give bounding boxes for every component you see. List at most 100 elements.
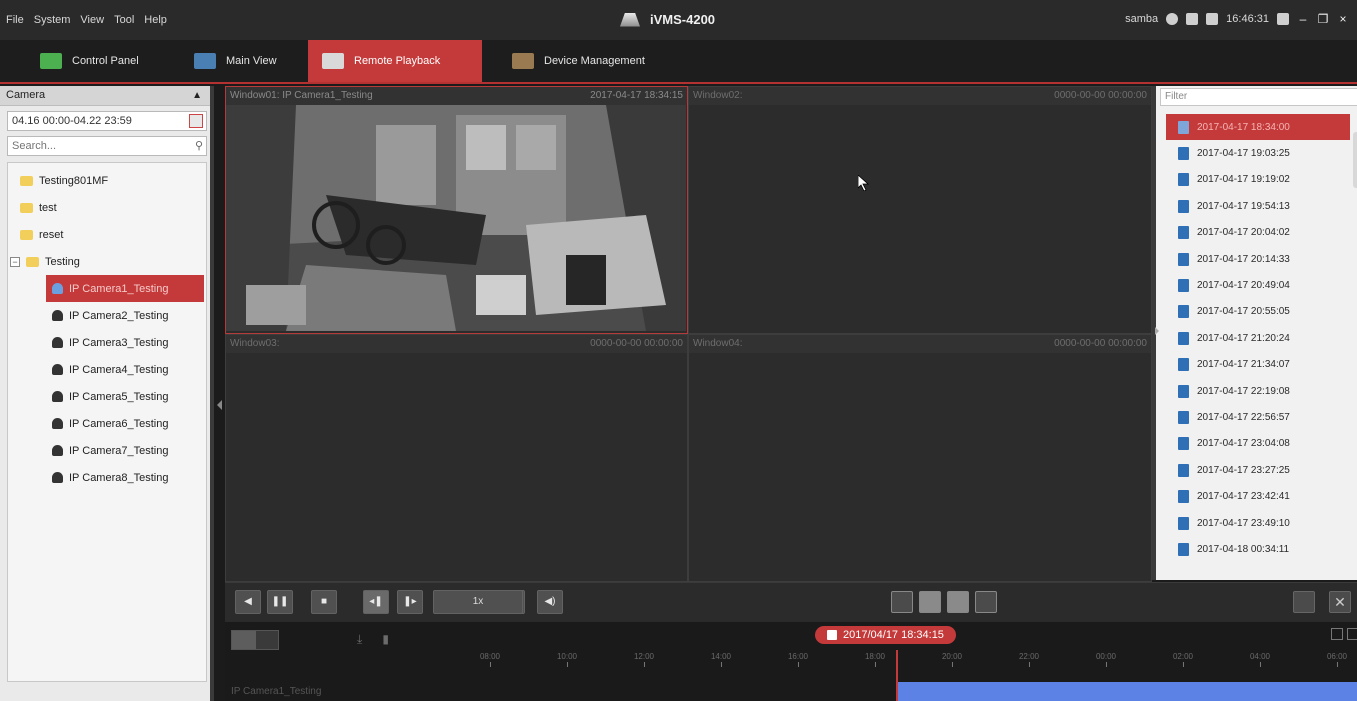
monitor-icon[interactable] [1186, 13, 1199, 25]
download-icon[interactable]: ⤓ [357, 632, 362, 647]
timeline-ruler[interactable]: 08:00 10:00 12:00 14:00 16:00 18:00 20:00 22:00… [225, 652, 1357, 674]
video-file-icon [1178, 147, 1189, 161]
video-window-2[interactable]: Window02: 0000-00-00 00:00:00 [688, 86, 1152, 334]
lock-icon[interactable] [1277, 13, 1289, 25]
playback-timeline: ⤓ ▮ 2017/04/17 18:34:15 08:00 10:00 12:00 1… [225, 622, 1357, 701]
collapse-expander-icon[interactable]: − [10, 256, 20, 267]
menu-file[interactable]: File [6, 14, 24, 26]
clip-icon[interactable] [919, 591, 941, 613]
tab-device-management[interactable]: Device Management [498, 40, 659, 82]
collapse-caret-icon[interactable]: ▲ [192, 90, 202, 101]
record-file-item[interactable]: 2017-04-18 00:34:11 [1164, 536, 1350, 562]
tree-camera[interactable]: IP Camera7_Testing [8, 437, 206, 464]
record-file-item[interactable]: 2017-04-17 20:04:02 [1164, 220, 1350, 246]
bookmark-icon[interactable]: ▮ [382, 632, 389, 647]
timeline-tick: 12:00 [634, 652, 654, 667]
menu-view[interactable]: View [80, 14, 104, 26]
record-file-item[interactable]: 2017-04-17 22:56:57 [1164, 404, 1350, 430]
calendar-icon[interactable] [827, 630, 837, 640]
zoom-out-icon[interactable] [1331, 628, 1343, 640]
menu-system[interactable]: System [34, 14, 71, 26]
camera-video-frame[interactable] [226, 105, 686, 331]
tree-camera[interactable]: IP Camera1_Testing [46, 275, 204, 302]
camera-panel-header[interactable]: Camera ▲ [0, 86, 210, 106]
reverse-play-button[interactable]: ◀ [235, 590, 261, 614]
tree-camera[interactable]: IP Camera5_Testing [8, 383, 206, 410]
tree-camera[interactable]: IP Camera4_Testing [8, 356, 206, 383]
record-file-item[interactable]: 2017-04-17 21:20:24 [1164, 325, 1350, 351]
record-file-item[interactable]: 2017-04-17 21:34:07 [1164, 352, 1350, 378]
tree-camera[interactable]: IP Camera2_Testing [8, 302, 206, 329]
record-file-item[interactable]: 2017-04-17 19:54:13 [1164, 193, 1350, 219]
timeline-mode-toggle[interactable] [231, 630, 279, 650]
camera-search-input[interactable] [12, 140, 182, 152]
file-filter-input[interactable]: Filter [1160, 88, 1357, 106]
tree-camera[interactable]: IP Camera3_Testing [8, 329, 206, 356]
zoom-in-icon[interactable] [1347, 628, 1357, 640]
stop-button[interactable]: ■ [311, 590, 337, 614]
camera-search-field[interactable]: ⚲ [7, 136, 207, 156]
record-file-item[interactable]: 2017-04-17 19:19:02 [1164, 167, 1350, 193]
mouse-pointer-icon [858, 175, 870, 191]
single-frame-forward-button[interactable]: ❚▸ [397, 590, 423, 614]
tree-folder[interactable]: Testing801MF [8, 167, 206, 194]
record-file-time: 2017-04-17 19:19:02 [1197, 174, 1290, 186]
pause-button[interactable]: ❚❚ [267, 590, 293, 614]
single-frame-back-button[interactable]: ◂❚ [363, 590, 389, 614]
calendar-icon[interactable] [1206, 13, 1219, 25]
stop-all-icon[interactable]: ✕ [1329, 591, 1351, 613]
video-file-icon [1178, 516, 1189, 530]
record-file-item[interactable]: 2017-04-17 23:49:10 [1164, 510, 1350, 536]
menu-help[interactable]: Help [144, 14, 167, 26]
tree-folder[interactable]: reset [8, 221, 206, 248]
record-file-item[interactable]: 2017-04-17 23:04:08 [1164, 431, 1350, 457]
collapse-left-arrow-icon[interactable] [217, 400, 222, 410]
date-range-field[interactable]: 04.16 00:00-04.22 23:59 [7, 111, 207, 131]
window-layout-icon[interactable] [1293, 591, 1315, 613]
filter-placeholder: Filter [1165, 91, 1188, 102]
record-file-item[interactable]: 2017-04-17 20:14:33 [1164, 246, 1350, 272]
record-file-item[interactable]: 2017-04-17 22:19:08 [1164, 378, 1350, 404]
volume-button[interactable]: ◀) [537, 590, 563, 614]
tab-control-panel[interactable]: Control Panel [26, 40, 153, 82]
video-window-4[interactable]: Window04: 0000-00-00 00:00:00 [688, 334, 1152, 582]
record-file-item[interactable]: 2017-04-17 23:42:41 [1164, 483, 1350, 509]
record-file-item[interactable]: 2017-04-17 20:55:05 [1164, 299, 1350, 325]
expand-right-arrow-icon[interactable] [1155, 327, 1159, 335]
calendar-icon[interactable] [189, 114, 203, 128]
status-area: samba 16:46:31 – ❐ × [1125, 12, 1349, 26]
tree-node-label: IP Camera6_Testing [69, 417, 169, 430]
globe-icon[interactable] [1166, 13, 1179, 25]
download-icon[interactable] [947, 591, 969, 613]
minimize-icon[interactable]: – [1297, 12, 1309, 26]
tree-folder[interactable]: test [8, 194, 206, 221]
tree-camera[interactable]: IP Camera6_Testing [8, 410, 206, 437]
file-list-scrollbar[interactable] [1353, 132, 1357, 188]
record-file-item[interactable]: 2017-04-17 18:34:00 [1166, 114, 1350, 141]
close-icon[interactable]: × [1337, 12, 1349, 26]
menu-tool[interactable]: Tool [114, 14, 134, 26]
camera-tree: Testing801MF test reset − Testing IP Camera1_… [7, 162, 207, 682]
recording-segment[interactable] [898, 682, 1357, 701]
tab-remote-playback[interactable]: Remote Playback [308, 40, 482, 82]
search-icon[interactable]: ⚲ [195, 139, 203, 152]
timeline-cursor[interactable] [896, 650, 898, 701]
tab-main-view[interactable]: Main View [180, 40, 291, 82]
video-window-header: Window02: 0000-00-00 00:00:00 [689, 87, 1151, 105]
record-icon[interactable] [975, 591, 997, 613]
tree-camera[interactable]: IP Camera8_Testing [8, 464, 206, 491]
tree-folder[interactable]: − Testing [8, 248, 206, 275]
capture-icon[interactable] [891, 591, 913, 613]
restore-icon[interactable]: ❐ [1317, 12, 1329, 26]
timeline-tick: 06:00 [1327, 652, 1347, 667]
record-file-item[interactable]: 2017-04-17 23:27:25 [1164, 457, 1350, 483]
title-bar: File System View Tool Help iVMS-4200 samba 1… [0, 0, 1357, 40]
record-file-item[interactable]: 2017-04-17 19:03:25 [1164, 140, 1350, 166]
video-window-3[interactable]: Window03: 0000-00-00 00:00:00 [225, 334, 688, 582]
record-file-item[interactable]: 2017-04-17 20:49:04 [1164, 272, 1350, 298]
speed-control[interactable]: 1x [433, 590, 523, 614]
window-timestamp: 2017-04-17 18:34:15 [590, 90, 683, 101]
timeline-mode-on[interactable] [232, 631, 256, 649]
record-file-time: 2017-04-17 23:27:25 [1197, 464, 1290, 476]
video-window-1[interactable]: Window01: IP Camera1_Testing 2017-04-17 … [225, 86, 688, 334]
